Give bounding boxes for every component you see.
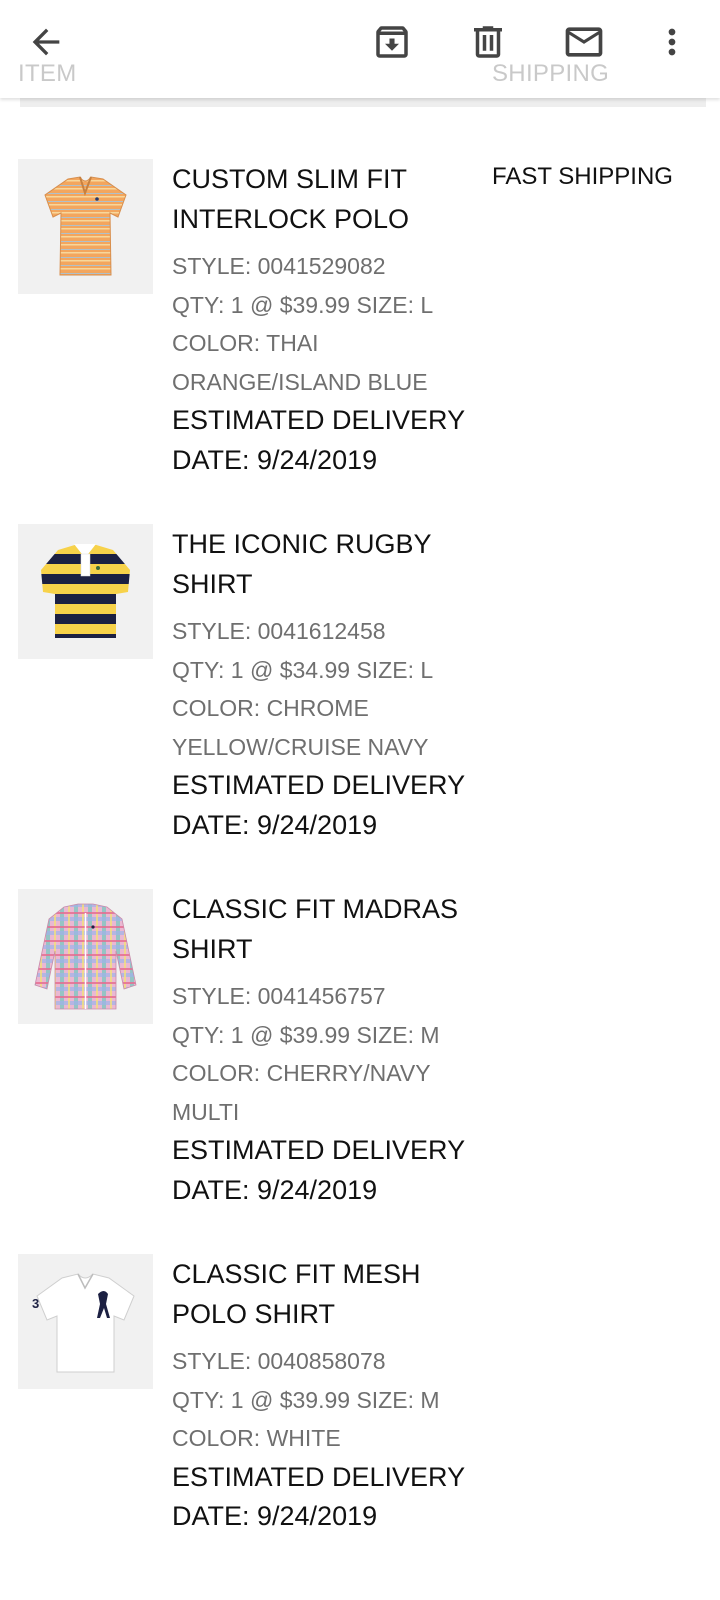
- product-style: STYLE: 0041612458: [172, 618, 386, 644]
- product-style: STYLE: 0041456757: [172, 983, 386, 1009]
- product-details: CLASSIC FIT MESH POLO SHIRT STYLE: 00408…: [172, 1254, 472, 1537]
- product-details: CLASSIC FIT MADRAS SHIRT STYLE: 00414567…: [172, 889, 472, 1210]
- product-image: [18, 889, 153, 1024]
- more-options-button[interactable]: [648, 18, 696, 66]
- delete-icon: [474, 26, 502, 58]
- product-title[interactable]: CUSTOM SLIM FIT INTERLOCK POLO: [172, 159, 472, 239]
- product-qty-price-size: QTY: 1 @ $39.99 SIZE: M: [172, 1021, 440, 1048]
- app-bar: ITEM SHIPPING: [0, 0, 720, 98]
- product-style: STYLE: 0040858078: [172, 1348, 386, 1374]
- archive-icon: [376, 26, 408, 58]
- product-title[interactable]: CLASSIC FIT MADRAS SHIRT: [172, 889, 472, 969]
- product-color: COLOR: CHERRY/NAVY MULTI: [172, 1060, 431, 1125]
- mail-button[interactable]: [560, 18, 608, 66]
- estimated-delivery: ESTIMATED DELIVERY DATE: 9/24/2019: [172, 770, 465, 840]
- product-qty-price-size: QTY: 1 @ $39.99 SIZE: L: [172, 291, 434, 318]
- product-image: [18, 524, 153, 659]
- product-details: THE ICONIC RUGBY SHIRT STYLE: 0041612458…: [172, 524, 472, 845]
- product-style: STYLE: 0041529082: [172, 253, 386, 279]
- back-arrow-icon: [32, 28, 60, 56]
- product-details: CUSTOM SLIM FIT INTERLOCK POLO STYLE: 00…: [172, 159, 472, 480]
- product-color: COLOR: CHROME YELLOW/CRUISE NAVY: [172, 695, 429, 760]
- estimated-delivery: ESTIMATED DELIVERY DATE: 9/24/2019: [172, 405, 465, 475]
- product-title[interactable]: THE ICONIC RUGBY SHIRT: [172, 524, 472, 604]
- mail-icon: [565, 27, 603, 57]
- table-header-divider: [20, 98, 706, 107]
- product-color: COLOR: THAI ORANGE/ISLAND BLUE: [172, 330, 428, 395]
- archive-button[interactable]: [368, 18, 416, 66]
- product-image: [18, 159, 153, 294]
- shipping-method: FAST SHIPPING: [492, 163, 673, 190]
- back-button[interactable]: [22, 18, 70, 66]
- delete-button[interactable]: [464, 18, 512, 66]
- more-vert-icon: [668, 28, 676, 56]
- product-title[interactable]: CLASSIC FIT MESH POLO SHIRT: [172, 1254, 472, 1334]
- product-color: COLOR: WHITE: [172, 1425, 341, 1451]
- product-image: 3: [18, 1254, 153, 1389]
- shipping-column-header: SHIPPING: [492, 60, 610, 87]
- product-qty-price-size: QTY: 1 @ $34.99 SIZE: L: [172, 656, 434, 683]
- product-qty-price-size: QTY: 1 @ $39.99 SIZE: M: [172, 1386, 440, 1413]
- item-column-header: ITEM: [18, 60, 77, 87]
- estimated-delivery: ESTIMATED DELIVERY DATE: 9/24/2019: [172, 1135, 465, 1205]
- shirt-number: 3: [32, 1296, 39, 1311]
- estimated-delivery: ESTIMATED DELIVERY DATE: 9/24/2019: [172, 1461, 465, 1532]
